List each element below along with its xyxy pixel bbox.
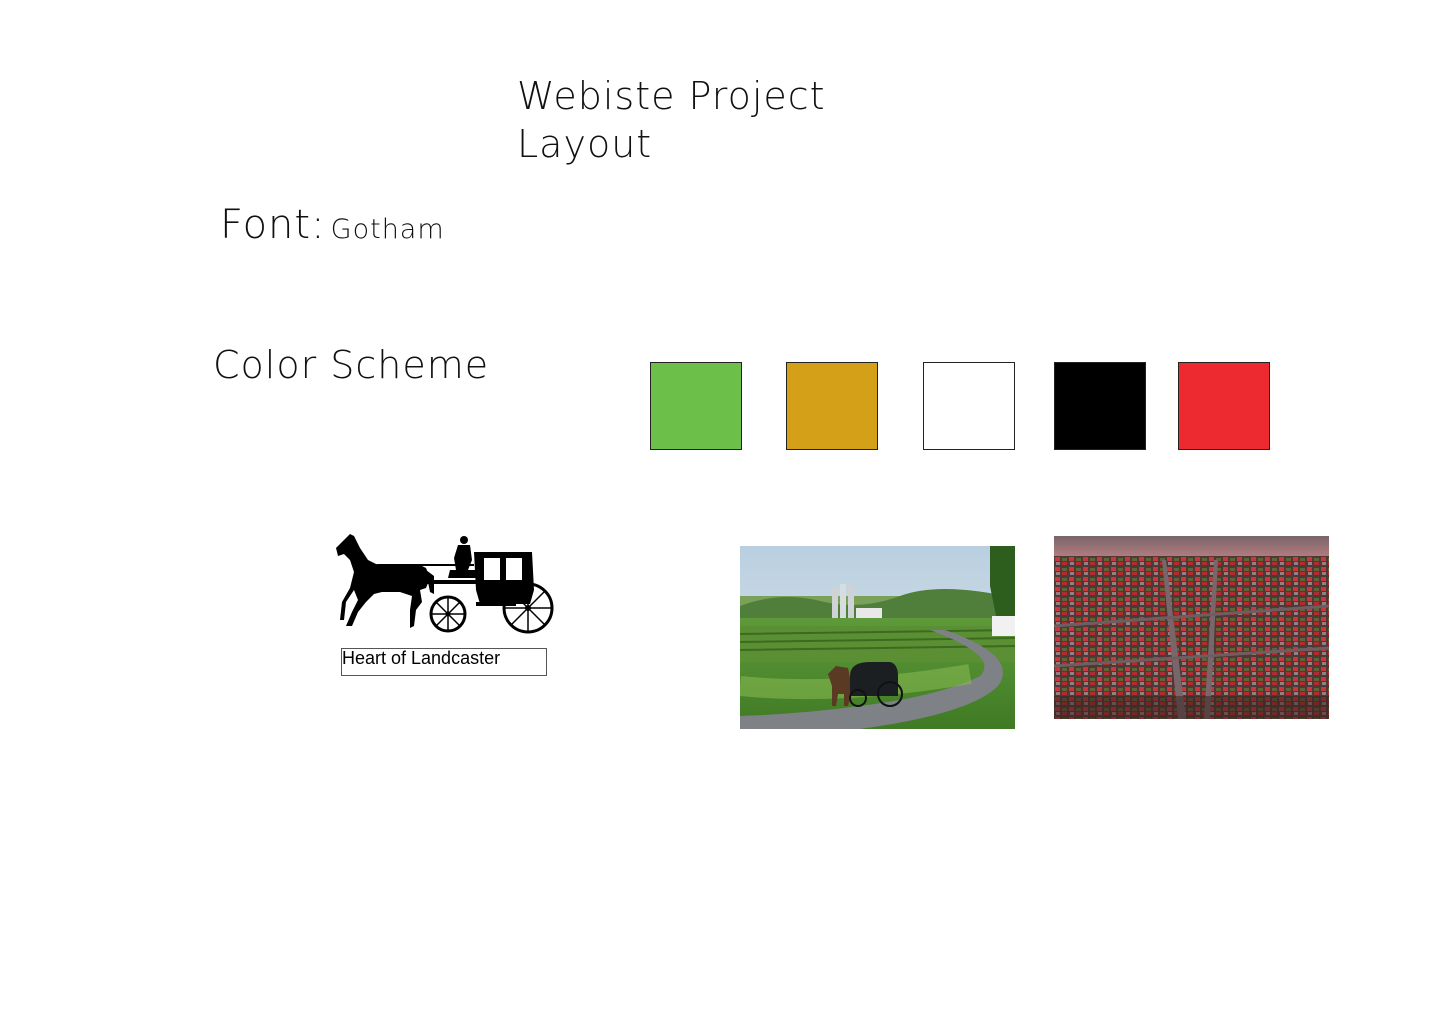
color-swatch-black bbox=[1054, 362, 1146, 450]
font-label: Font: bbox=[220, 202, 326, 248]
color-swatch-green bbox=[650, 362, 742, 450]
font-info: Font: Gotham bbox=[220, 202, 445, 248]
color-swatch-white bbox=[923, 362, 1015, 450]
horse-and-buggy-icon bbox=[330, 530, 560, 640]
color-scheme-heading: Color Scheme bbox=[213, 343, 490, 387]
color-swatch-red bbox=[1178, 362, 1270, 450]
amish-buggy-farm-photo bbox=[740, 546, 1015, 729]
lancaster-aerial-city-photo bbox=[1054, 536, 1329, 719]
title-line-1: Webiste Project bbox=[517, 74, 826, 118]
page-title: Webiste Project Layout bbox=[517, 72, 826, 168]
title-line-2: Layout bbox=[517, 122, 653, 166]
logo-caption: Heart of Landcaster bbox=[341, 648, 547, 676]
color-swatch-gold bbox=[786, 362, 878, 450]
font-value: Gotham bbox=[330, 214, 445, 245]
